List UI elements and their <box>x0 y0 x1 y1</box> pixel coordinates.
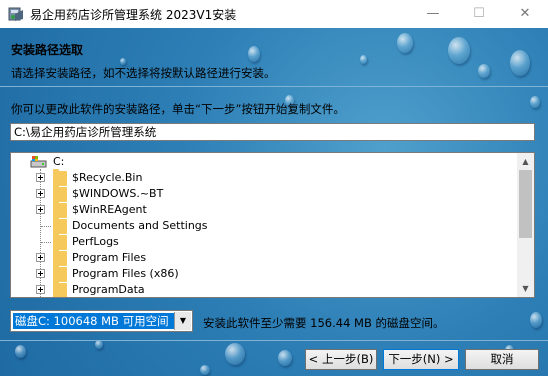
tree-node-label: Program Files <box>72 251 147 264</box>
tree-node-folder[interactable]: Documents and Settings <box>11 217 516 234</box>
folder-icon <box>53 281 67 297</box>
back-button[interactable]: < 上一步(B) <box>305 349 377 370</box>
tree-connector-line <box>41 242 51 243</box>
scroll-thumb[interactable] <box>519 170 532 238</box>
dropdown-arrow-icon[interactable]: ▼ <box>174 312 191 330</box>
tree-connector-line <box>41 226 51 227</box>
water-drop-decoration <box>95 340 103 349</box>
drive-icon <box>30 156 47 168</box>
maximize-button[interactable]: ☐ <box>456 0 502 28</box>
water-drop-decoration <box>530 96 540 108</box>
tree-node-folder[interactable]: PerfLogs <box>11 233 516 250</box>
water-drop-decoration <box>200 365 210 375</box>
water-drop-decoration <box>278 350 292 366</box>
page-subtitle: 请选择安装路径，如不选择将按默认路径进行安装。 <box>11 66 276 80</box>
expand-plus-icon[interactable] <box>36 205 45 214</box>
header-divider <box>0 86 548 87</box>
tree-node-label: Documents and Settings <box>72 219 208 232</box>
installer-app-icon <box>8 7 23 21</box>
minimize-button[interactable]: — <box>410 0 456 28</box>
expand-plus-icon[interactable] <box>36 269 45 278</box>
page-title: 安装路径选取 <box>11 43 84 57</box>
tree-node-folder[interactable]: Program Files (x86) <box>11 265 516 282</box>
tree-drive-label: C: <box>53 155 65 168</box>
water-drop-decoration <box>15 345 26 358</box>
drive-select-value: 磁盘C: 100648 MB 可用空间 <box>13 313 180 329</box>
tree-node-label: Program Files (x86) <box>72 267 179 280</box>
folder-icon <box>53 217 67 234</box>
tree-vertical-scrollbar[interactable]: ▲ ▼ <box>517 153 534 297</box>
tree-node-drive-c[interactable]: C: <box>11 154 516 170</box>
water-drop-decoration <box>530 312 542 328</box>
next-button[interactable]: 下一步(N) > <box>383 349 459 370</box>
title-bar[interactable]: 易企用药店诊所管理系统 2023V1安装 — ☐ ✕ <box>0 0 548 28</box>
install-path-input[interactable] <box>10 123 535 141</box>
tree-node-folder[interactable]: $Recycle.Bin <box>11 169 516 186</box>
water-drop-decoration <box>225 343 245 365</box>
footer-divider <box>0 340 548 341</box>
folder-icon <box>53 201 67 218</box>
directory-tree[interactable]: C: $Recycle.Bin $WINDOWS.~BT $WinREAgent… <box>10 152 535 298</box>
tree-node-label: $WinREAgent <box>72 203 147 216</box>
folder-icon <box>53 185 67 202</box>
expand-plus-icon[interactable] <box>36 253 45 262</box>
scroll-down-arrow-icon[interactable]: ▼ <box>517 280 534 297</box>
tree-node-label: ProgramData <box>72 283 145 296</box>
window-title: 易企用药店诊所管理系统 2023V1安装 <box>30 8 237 22</box>
close-button[interactable]: ✕ <box>502 0 548 28</box>
tree-node-folder[interactable]: $WINDOWS.~BT <box>11 185 516 202</box>
tree-node-folder[interactable]: $WinREAgent <box>11 201 516 218</box>
scroll-up-arrow-icon[interactable]: ▲ <box>517 153 534 170</box>
folder-icon <box>53 169 67 186</box>
folder-icon <box>53 265 67 282</box>
tree-node-folder[interactable]: ProgramData <box>11 281 516 297</box>
tree-node-label: $WINDOWS.~BT <box>72 187 164 200</box>
expand-plus-icon[interactable] <box>36 189 45 198</box>
tree-node-folder[interactable]: Program Files <box>11 249 516 266</box>
drive-select[interactable]: 磁盘C: 100648 MB 可用空间 ▼ <box>10 310 193 332</box>
cancel-button[interactable]: 取消 <box>465 349 539 370</box>
tree-node-label: $Recycle.Bin <box>72 171 143 184</box>
expand-plus-icon[interactable] <box>36 285 45 294</box>
folder-icon <box>53 233 67 250</box>
space-required-text: 安装此软件至少需要 156.44 MB 的磁盘空间。 <box>203 316 445 330</box>
instruction-text: 你可以更改此软件的安装路径，单击“下一步”按钮开始复制文件。 <box>11 102 345 116</box>
folder-icon <box>53 249 67 266</box>
header-panel: 安装路径选取 请选择安装路径，如不选择将按默认路径进行安装。 <box>0 28 548 86</box>
tree-node-label: PerfLogs <box>72 235 119 248</box>
installer-window: 易企用药店诊所管理系统 2023V1安装 — ☐ ✕ 安装路径选取 请选择安装路… <box>0 0 548 376</box>
expand-plus-icon[interactable] <box>36 173 45 182</box>
